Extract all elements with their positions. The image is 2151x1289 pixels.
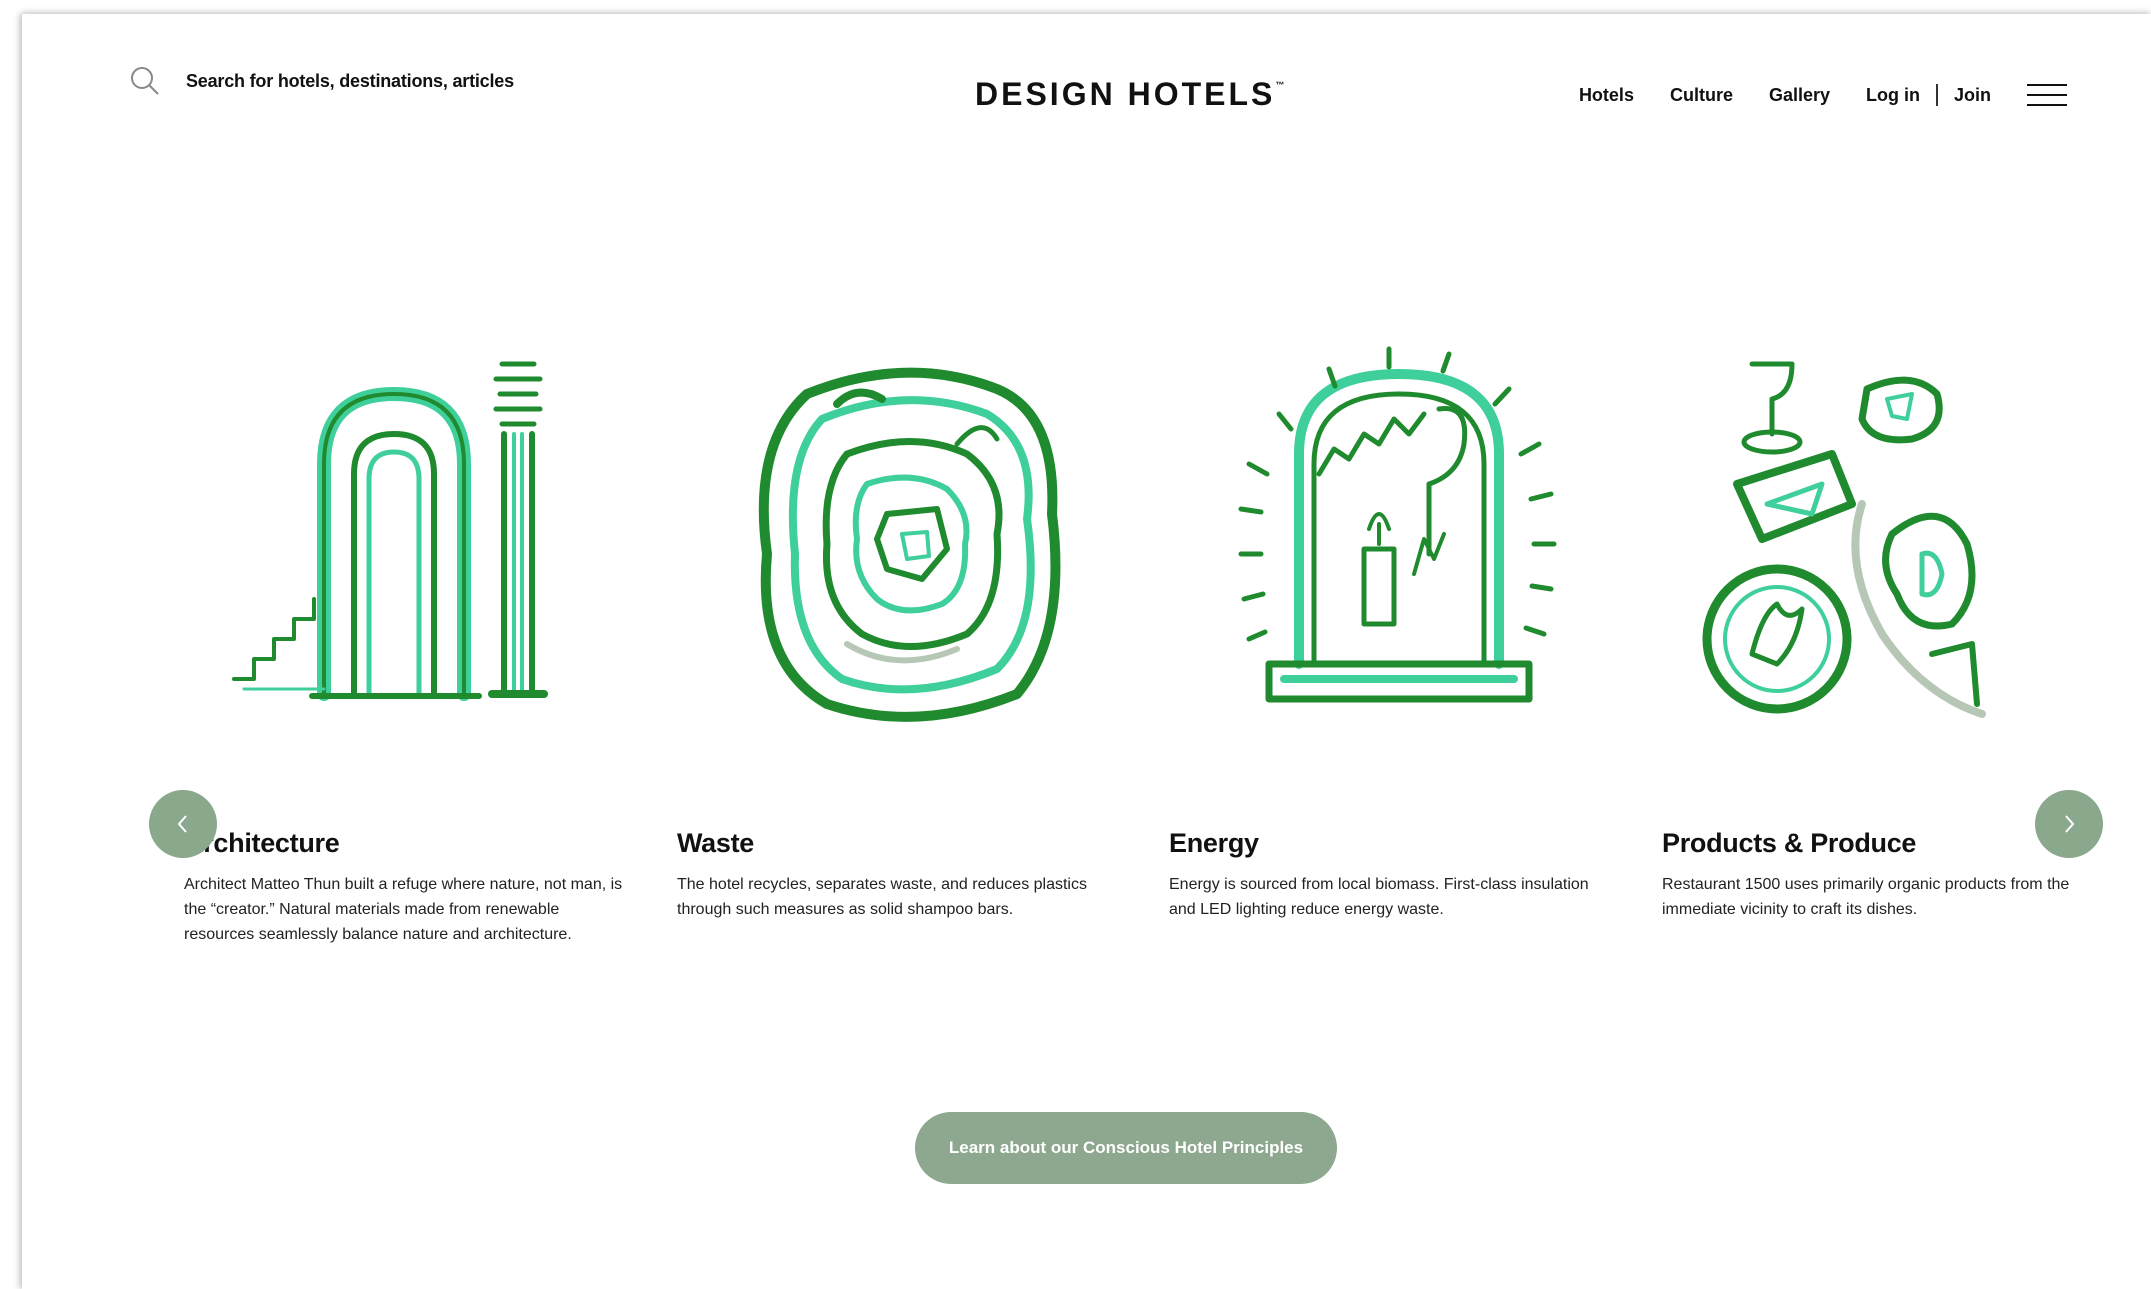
candle-lamp-illustration: [1169, 304, 1629, 784]
card-waste: Waste The hotel recycles, separates wast…: [677, 304, 1137, 918]
logo-text: DESIGN HOTELS: [975, 76, 1276, 112]
card-title: Waste: [677, 828, 755, 858]
search-bar[interactable]: Search for hotels, destinations, article…: [130, 66, 514, 96]
arch-column-illustration: [184, 304, 644, 784]
nav-join[interactable]: Join: [1954, 85, 1991, 106]
plates-produce-illustration: [1662, 304, 2122, 784]
card-description: Energy is sourced from local biomass. Fi…: [1169, 876, 1589, 918]
nav-culture[interactable]: Culture: [1670, 85, 1733, 106]
nav-divider: [1935, 84, 1938, 106]
card-energy: Energy Energy is sourced from local biom…: [1169, 304, 1629, 918]
card-title: Energy: [1169, 828, 1259, 858]
card-title: Products & Produce: [1662, 828, 1917, 858]
trademark-mark: ™: [1275, 80, 1285, 90]
card-architecture: Architecture Architect Matteo Thun built…: [184, 304, 644, 943]
site-logo[interactable]: DESIGN HOTELS™: [975, 76, 1284, 113]
carousel-prev-button[interactable]: [149, 790, 217, 858]
page-frame: Search for hotels, destinations, article…: [22, 14, 2151, 1289]
card-description: The hotel recycles, separates waste, and…: [677, 876, 1087, 918]
chevron-right-icon: [2065, 815, 2075, 833]
conscious-principles-button[interactable]: Learn about our Conscious Hotel Principl…: [915, 1112, 1337, 1184]
waste-swirl-illustration: [677, 304, 1137, 784]
search-icon[interactable]: [130, 66, 160, 96]
card-products-produce: Products & Produce Restaurant 1500 uses …: [1662, 304, 2122, 918]
card-description: Restaurant 1500 uses primarily organic p…: [1662, 876, 2070, 918]
card-description: Architect Matteo Thun built a refuge whe…: [184, 876, 623, 943]
hamburger-menu-icon[interactable]: [2027, 84, 2067, 106]
nav-gallery[interactable]: Gallery: [1769, 85, 1830, 106]
carousel-next-button[interactable]: [2035, 790, 2103, 858]
principles-carousel: Architecture Architect Matteo Thun built…: [22, 304, 2151, 1024]
search-input[interactable]: Search for hotels, destinations, article…: [186, 71, 514, 92]
main-nav: Hotels Culture Gallery Log in Join: [1579, 84, 2067, 106]
nav-login[interactable]: Log in: [1866, 85, 1920, 106]
chevron-left-icon: [177, 815, 187, 833]
nav-hotels[interactable]: Hotels: [1579, 85, 1634, 106]
